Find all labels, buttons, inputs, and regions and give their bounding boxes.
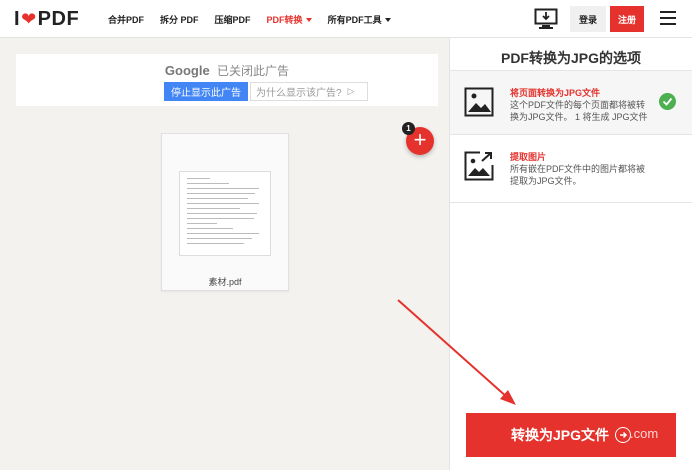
chevron-down-icon	[384, 18, 391, 23]
image-extract-icon	[464, 151, 494, 181]
heart-icon: ❤	[21, 8, 37, 29]
watermark-suffix: .com	[630, 426, 659, 441]
watermark-text: 搜狗指南	[548, 393, 632, 415]
ad-closed-text: 已关闭此广告	[217, 64, 290, 78]
play-icon: ▷	[347, 86, 355, 96]
file-count-badge: 1	[402, 122, 415, 135]
ad-banner: Google 已关闭此广告 停止显示此广告 为什么显示该广告? ▷	[16, 54, 438, 106]
hamburger-icon[interactable]	[660, 11, 676, 25]
desktop-download-icon[interactable]	[534, 8, 558, 30]
nav-merge-pdf[interactable]: 合并PDF	[108, 13, 144, 26]
register-button[interactable]: 注册	[610, 6, 644, 32]
top-header: I ❤ PDF 合并PDF 拆分 PDF 压缩PDF PDF转换 所有PDF工具…	[0, 0, 692, 38]
nav-convert-pdf[interactable]: PDF转换	[267, 13, 312, 26]
convert-label: 转换为JPG文件	[510, 427, 609, 443]
logo-suffix: PDF	[37, 7, 80, 30]
check-icon	[659, 93, 676, 110]
option-extract-images[interactable]: 提取图片 所有嵌在PDF文件中的图片都将被提取为JPG文件。	[450, 135, 692, 203]
ilovepdf-logo[interactable]: I ❤ PDF	[14, 7, 79, 31]
login-button[interactable]: 登录	[570, 6, 606, 32]
option-description: 这个PDF文件的每个页面都将被转换为JPG文件。 1 将生成 JPG文件	[510, 100, 648, 122]
google-label: Google	[164, 63, 210, 78]
option-title: 提取图片	[510, 152, 547, 162]
stop-ad-button[interactable]: 停止显示此广告	[164, 82, 248, 101]
nav-compress-pdf[interactable]: 压缩PDF	[215, 13, 251, 26]
logo-prefix: I	[14, 7, 21, 30]
file-card[interactable]: 素材.pdf	[161, 133, 289, 291]
main-nav: 合并PDF 拆分 PDF 压缩PDF PDF转换 所有PDF工具	[108, 0, 407, 38]
why-ad-label: 为什么显示该广告?	[256, 88, 342, 99]
nav-split-pdf[interactable]: 拆分 PDF	[160, 13, 199, 26]
panel-title: PDF转换为JPG的选项	[500, 50, 641, 66]
option-description: 所有嵌在PDF文件中的图片都将被提取为JPG文件。	[510, 164, 646, 186]
option-convert-pages[interactable]: 将页面转换为JPG文件 这个PDF文件的每个页面都将被转换为JPG文件。 1 将…	[450, 70, 692, 135]
chevron-down-icon	[305, 18, 312, 23]
why-ad-button[interactable]: 为什么显示该广告? ▷	[250, 82, 368, 101]
ad-closed-notice: Google 已关闭此广告	[16, 62, 438, 79]
file-name: 素材.pdf	[208, 277, 242, 287]
pdf-page-thumbnail	[179, 171, 271, 256]
arrow-right-icon	[615, 427, 631, 443]
image-icon	[464, 87, 494, 117]
nav-all-pdf-tools[interactable]: 所有PDF工具	[328, 13, 391, 26]
option-title: 将页面转换为JPG文件	[510, 88, 601, 98]
